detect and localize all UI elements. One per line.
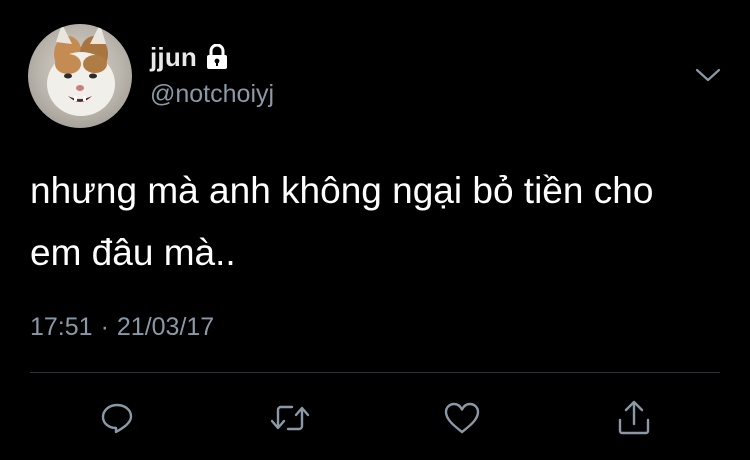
reply-button[interactable] — [95, 396, 139, 440]
user-name-row: jjun — [150, 40, 229, 74]
tweet-time: 17:51 — [30, 313, 93, 341]
user-handle[interactable]: @notchoiyj — [150, 80, 274, 109]
tweet-date: 21/03/17 — [116, 313, 215, 341]
timestamp[interactable]: 17:51 · 21/03/17 — [30, 313, 214, 342]
timestamp-separator: · — [100, 313, 109, 341]
share-button[interactable] — [612, 396, 656, 440]
tweet-card: jjun @notchoiyj nhưng mà anh không ngại … — [0, 0, 750, 460]
tweet-text-line-2: em đâu mà.. — [30, 232, 236, 273]
heart-icon — [444, 402, 480, 434]
divider — [30, 372, 720, 373]
like-button[interactable] — [440, 396, 484, 440]
share-icon — [618, 400, 650, 435]
chevron-down-icon — [695, 68, 721, 82]
avatar[interactable] — [28, 24, 132, 128]
more-options-button[interactable] — [690, 60, 726, 90]
tweet-text: nhưng mà anh không ngại bỏ tiền cho em đâ… — [30, 160, 730, 284]
cat-avatar-image — [47, 24, 115, 116]
retweet-icon — [270, 405, 310, 431]
reply-icon — [101, 403, 133, 434]
tweet-text-line-1: nhưng mà anh không ngại bỏ tiền cho — [30, 170, 654, 211]
lock-icon — [205, 43, 229, 70]
display-name[interactable]: jjun — [150, 42, 197, 73]
retweet-button[interactable] — [268, 396, 312, 440]
